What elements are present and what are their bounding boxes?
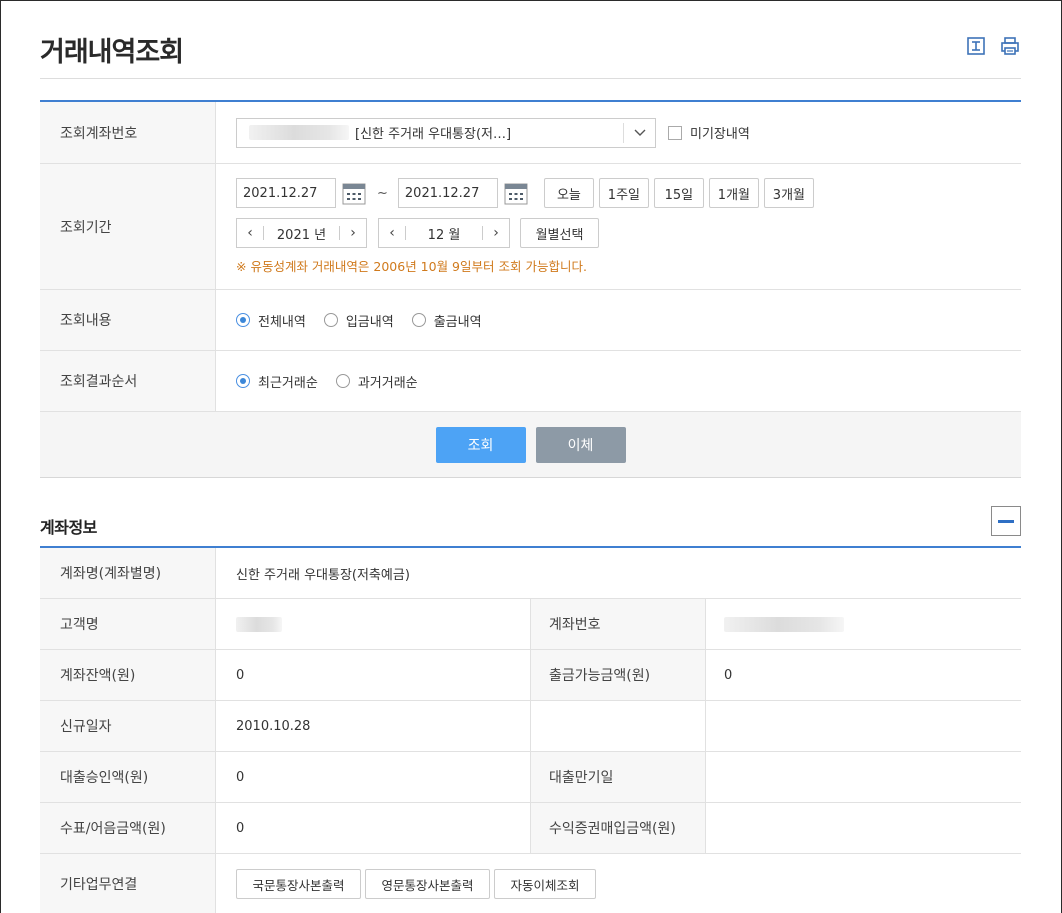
table-row: 수표/어음금액(원) 0 수익증권매입금액(원) <box>40 803 1021 854</box>
empty-label <box>530 701 706 751</box>
transfer-button[interactable]: 이체 <box>535 426 626 463</box>
securities-label: 수익증권매입금액(원) <box>530 803 706 853</box>
content-all-radio[interactable]: 전체내역 <box>236 311 306 330</box>
table-row: 대출승인액(원) 0 대출만기일 <box>40 752 1021 803</box>
page-title: 거래내역조회 <box>40 37 184 68</box>
period-today-button[interactable]: 오늘 <box>543 178 594 208</box>
chevron-down-icon[interactable] <box>623 122 655 143</box>
content-deposit-radio[interactable]: 입금내역 <box>323 311 394 330</box>
order-label: 조회결과순서 <box>40 351 216 411</box>
date-from-input[interactable]: 2021.12.27 <box>236 178 336 208</box>
korean-passbook-print-button[interactable]: 국문통장사본출력 <box>236 869 361 899</box>
masked-account-number <box>249 125 349 140</box>
securities-value <box>706 803 1021 853</box>
loan-limit-value: 0 <box>236 769 245 785</box>
order-row: 조회결과순서 최근거래순 과거거래순 <box>40 351 1021 412</box>
table-row: 계좌명(계좌별명) 신한 주거래 우대통장(저축예금) <box>40 548 1021 599</box>
date-range: 2021.12.27 ~ 2021.12.27 오늘 1주일 15일 1개월 3… <box>236 178 814 208</box>
period-1month-button[interactable]: 1개월 <box>708 178 759 208</box>
calendar-icon[interactable] <box>341 180 367 206</box>
month-select-button[interactable]: 월별선택 <box>520 218 599 248</box>
auto-transfer-button[interactable]: 자동이체조회 <box>494 869 596 899</box>
open-date-value: 2010.10.28 <box>236 718 311 734</box>
month-value: 12 월 <box>427 227 461 243</box>
account-select-value: [신한 주거래 우대통장(저…] <box>355 127 512 142</box>
open-date-label: 신규일자 <box>40 701 216 751</box>
action-bar: 조회 이체 <box>40 412 1021 478</box>
account-name-label: 계좌명(계좌별명) <box>40 548 216 598</box>
period-notice: ※ 유동성계좌 거래내역은 2006년 10월 9일부터 조회 가능합니다. <box>236 259 587 274</box>
loan-due-label: 대출만기일 <box>530 752 706 802</box>
check-amount-label: 수표/어음금액(원) <box>40 803 216 853</box>
period-15days-button[interactable]: 15일 <box>653 178 704 208</box>
download-icon[interactable] <box>966 36 986 56</box>
chevron-left-icon[interactable]: ‹ <box>379 225 405 241</box>
period-row: 조회기간 2021.12.27 ~ 2021.12.27 오늘 1주일 15일 … <box>40 164 1021 290</box>
month-picker: ‹ 2021 년 › ‹ 12 월 › 월별선택 <box>236 218 599 248</box>
search-form: 조회계좌번호 [신한 주거래 우대통장(저…] 미기장내역 조회기간 2021.… <box>40 100 1021 478</box>
balance-label: 계좌잔액(원) <box>40 650 216 700</box>
empty-value <box>706 701 1021 751</box>
top-toolbar <box>966 36 1020 56</box>
table-row: 계좌잔액(원) 0 출금가능금액(원) 0 <box>40 650 1021 701</box>
other-tasks-buttons: 국문통장사본출력 영문통장사본출력 자동이체조회 <box>216 854 1021 913</box>
order-past-radio[interactable]: 과거거래순 <box>335 372 418 391</box>
other-tasks-label: 기타업무연결 <box>40 854 216 913</box>
chevron-right-icon[interactable]: › <box>340 225 366 241</box>
table-row: 고객명 계좌번호 <box>40 599 1021 650</box>
account-number-label: 계좌번호 <box>530 599 706 649</box>
search-button[interactable]: 조회 <box>435 426 526 463</box>
collapse-button[interactable] <box>991 506 1021 536</box>
content-row: 조회내용 전체내역 입금내역 출금내역 <box>40 290 1021 351</box>
title-divider <box>40 78 1021 79</box>
account-row: 조회계좌번호 [신한 주거래 우대통장(저…] 미기장내역 <box>40 102 1021 164</box>
account-info-title: 계좌정보 <box>40 518 97 537</box>
table-row: 신규일자 2010.10.28 <box>40 701 1021 752</box>
content-withdraw-radio[interactable]: 출금내역 <box>411 311 482 330</box>
account-name-value: 신한 주거래 우대통장(저축예금) <box>236 567 410 583</box>
table-row: 기타업무연결 국문통장사본출력 영문통장사본출력 자동이체조회 <box>40 854 1021 913</box>
account-info-table: 계좌명(계좌별명) 신한 주거래 우대통장(저축예금) 고객명 계좌번호 계좌잔… <box>40 546 1021 913</box>
loan-limit-label: 대출승인액(원) <box>40 752 216 802</box>
balance-value: 0 <box>236 667 245 683</box>
date-to-input[interactable]: 2021.12.27 <box>397 178 498 208</box>
withdrawable-value: 0 <box>724 667 733 683</box>
english-passbook-print-button[interactable]: 영문통장사본출력 <box>365 869 490 899</box>
chevron-left-icon[interactable]: ‹ <box>237 225 263 241</box>
order-recent-radio[interactable]: 최근거래순 <box>236 372 318 391</box>
range-separator: ~ <box>377 185 388 201</box>
loan-due-value <box>706 752 1021 802</box>
period-label: 조회기간 <box>40 164 216 289</box>
account-number-value <box>706 599 1021 649</box>
month-stepper: ‹ 12 월 › <box>378 218 510 248</box>
minus-icon <box>998 519 1014 523</box>
account-select[interactable]: [신한 주거래 우대통장(저…] <box>236 117 656 148</box>
content-label: 조회내용 <box>40 290 216 350</box>
period-3months-button[interactable]: 3개월 <box>763 178 814 208</box>
unrecorded-label: 미기장내역 <box>690 127 750 142</box>
chevron-right-icon[interactable]: › <box>483 225 509 241</box>
print-icon[interactable] <box>1000 36 1020 56</box>
check-amount-value: 0 <box>236 820 245 836</box>
year-value: 2021 년 <box>276 227 327 243</box>
withdrawable-label: 출금가능금액(원) <box>530 650 706 700</box>
calendar-icon[interactable] <box>503 180 529 206</box>
account-label: 조회계좌번호 <box>40 102 216 163</box>
unrecorded-checkbox[interactable] <box>668 125 682 140</box>
customer-label: 고객명 <box>40 599 216 649</box>
period-1week-button[interactable]: 1주일 <box>598 178 649 208</box>
year-stepper: ‹ 2021 년 › <box>236 218 367 248</box>
customer-value <box>216 599 530 649</box>
